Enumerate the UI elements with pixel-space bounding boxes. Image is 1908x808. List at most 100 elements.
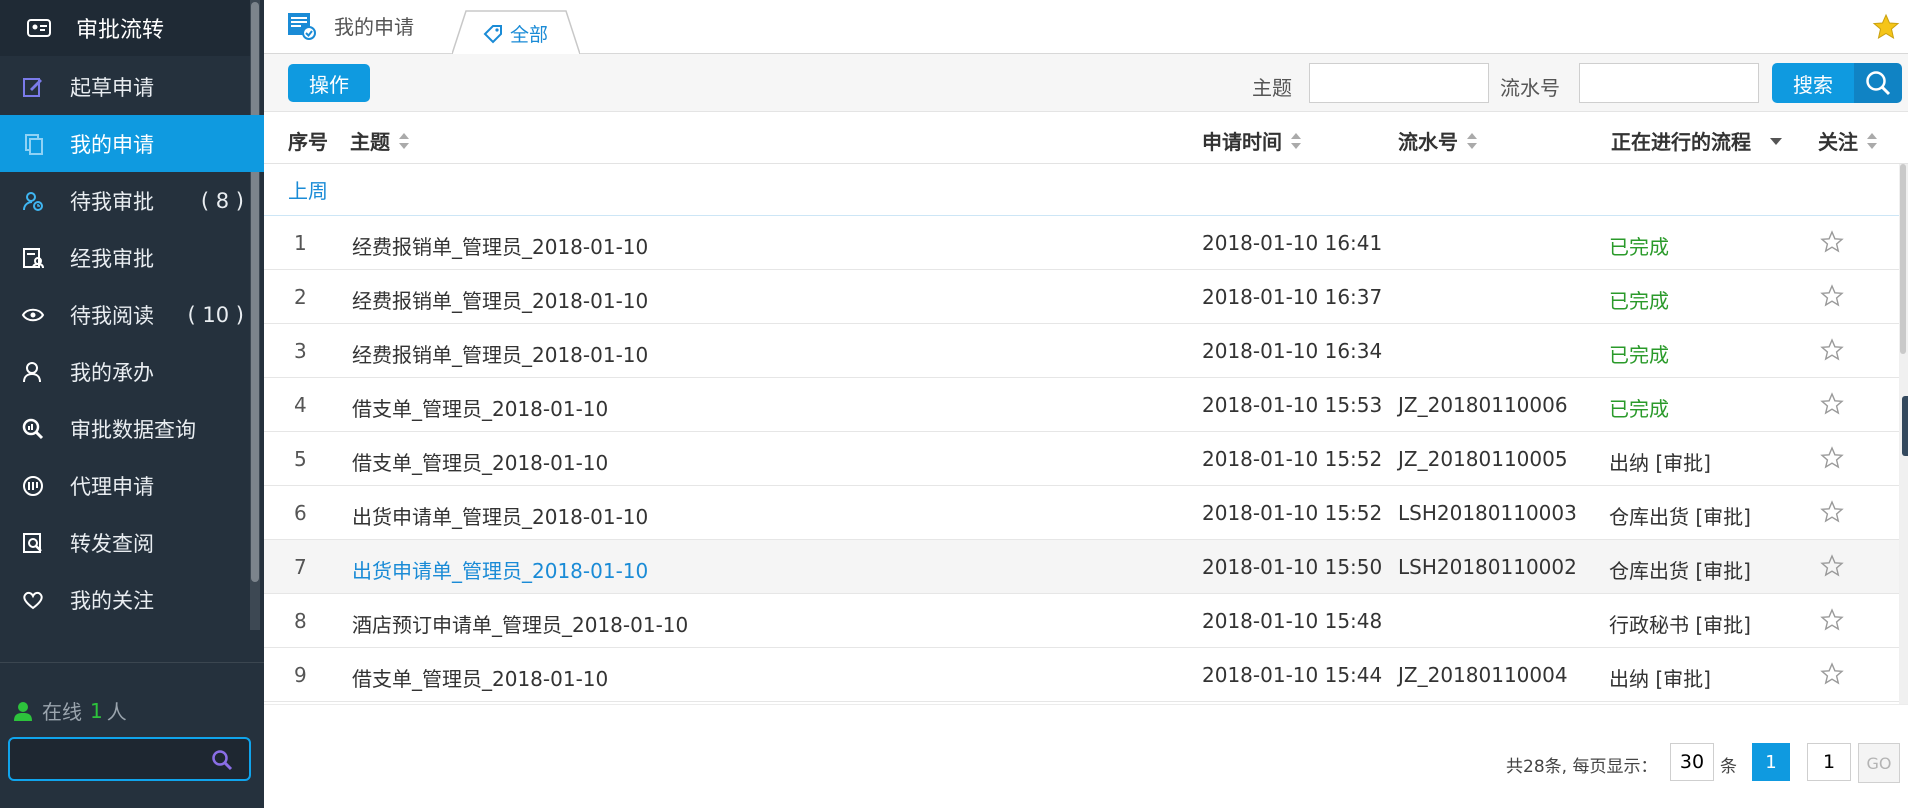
search-button[interactable]: 搜索 (1772, 63, 1854, 103)
sort-icon[interactable] (1866, 131, 1878, 151)
table-row[interactable]: 2 经费报销单_管理员_2018-01-10 2018-01-10 16:37 已完成 (264, 270, 1899, 324)
sidebar-item-my-follows[interactable]: 我的关注 (0, 571, 264, 628)
serial-input[interactable] (1579, 63, 1759, 103)
sort-icon[interactable] (1290, 131, 1302, 151)
cell-serial: JZ_20180110005 (1398, 447, 1568, 471)
table-row[interactable]: 6 出货申请单_管理员_2018-01-10 2018-01-10 15:52 LSH… (264, 486, 1899, 540)
table-row[interactable]: 4 借支单_管理员_2018-01-10 2018-01-10 15:53 JZ_20… (264, 378, 1899, 432)
side-drawer-handle[interactable] (1902, 396, 1908, 456)
favorite-star-icon[interactable] (1872, 13, 1900, 41)
table-row[interactable]: 8 酒店预订申请单_管理员_2018-01-10 2018-01-10 15:48 行… (264, 594, 1899, 648)
col-header-subject[interactable]: 主题 (350, 126, 410, 155)
col-header-follow[interactable]: 关注 (1818, 126, 1878, 155)
cell-subject[interactable]: 出货申请单_管理员_2018-01-10 (352, 501, 648, 530)
page-size-unit: 条 (1720, 757, 1737, 777)
goto-page-input[interactable] (1807, 743, 1851, 781)
operate-button[interactable]: 操作 (288, 64, 370, 102)
serial-label: 流水号 (1500, 76, 1560, 100)
sidebar-item-my-undertaking[interactable]: 我的承办 (0, 343, 264, 400)
tag-icon (483, 24, 502, 43)
follow-star-icon[interactable] (1820, 230, 1844, 254)
sidebar-item-data-query[interactable]: 审批数据查询 (0, 400, 264, 457)
table-row[interactable]: 5 借支单_管理员_2018-01-10 2018-01-10 15:52 JZ_20… (264, 432, 1899, 486)
cell-subject[interactable]: 经费报销单_管理员_2018-01-10 (352, 231, 648, 260)
table-row[interactable]: 3 经费报销单_管理员_2018-01-10 2018-01-10 16:34 已完成 (264, 324, 1899, 378)
group-header[interactable]: 上周 (264, 164, 1899, 216)
follow-star-icon[interactable] (1820, 500, 1844, 524)
sidebar-item-forward-review[interactable]: 转发查阅 (0, 514, 264, 571)
sidebar-item-proxy-apply[interactable]: 代理申请 (0, 457, 264, 514)
sort-icon[interactable] (1466, 131, 1478, 151)
table-row[interactable]: 9 借支单_管理员_2018-01-10 2018-01-10 15:44 JZ_20… (264, 648, 1899, 702)
follow-star-icon[interactable] (1820, 392, 1844, 416)
cell-subject[interactable]: 经费报销单_管理员_2018-01-10 (352, 339, 648, 368)
cell-subject[interactable]: 经费报销单_管理员_2018-01-10 (352, 285, 648, 314)
cell-flow: 已完成 (1609, 397, 1669, 421)
follow-star-icon[interactable] (1820, 662, 1844, 686)
cell-serial: LSH20180110003 (1398, 501, 1577, 525)
reading-count-badge: ( 10 ) (187, 302, 244, 327)
sidebar-item-pending-reading[interactable]: 待我阅读 ( 10 ) (0, 286, 264, 343)
sidebar-menu: 起草申请 我的申请 待我审批 ( 8 ) 经我审批 待我阅读 (10) 我的… (0, 58, 264, 628)
sidebar-item-draft[interactable]: 起草申请 (0, 58, 264, 115)
follow-star-icon[interactable] (1820, 608, 1844, 632)
sidebar-item-pending-approval[interactable]: 待我审批 ( 8 ) (0, 172, 264, 229)
sidebar: 审批流转 起草申请 我的申请 待我审批 ( 8 ) 经我审批 待我阅读 (10… (0, 0, 264, 808)
online-count: 1 (90, 698, 103, 723)
follow-star-icon[interactable] (1820, 446, 1844, 470)
col-header-label: 流水号 (1398, 130, 1458, 154)
tab-my-applications[interactable]: 我的申请 (286, 10, 414, 40)
cell-time: 2018-01-10 15:44 (1202, 663, 1383, 687)
col-header-serial[interactable]: 流水号 (1398, 126, 1478, 155)
group-label: 上周 (288, 179, 328, 203)
subject-input[interactable] (1309, 63, 1489, 103)
follow-star-icon[interactable] (1820, 284, 1844, 308)
sidebar-item-label: 审批数据查询 (70, 417, 196, 442)
sidebar-header[interactable]: 审批流转 (0, 0, 250, 56)
forward-search-icon (20, 530, 46, 556)
col-header-label: 序号 (288, 130, 328, 154)
cell-subject[interactable]: 酒店预订申请单_管理员_2018-01-10 (352, 609, 688, 638)
cell-index: 1 (294, 231, 307, 255)
cell-subject[interactable]: 出货申请单_管理员_2018-01-10 (352, 555, 648, 584)
table-row[interactable]: 1 经费报销单_管理员_2018-01-10 2018-01-10 16:41 已完成 (264, 216, 1899, 270)
proxy-icon (20, 473, 46, 499)
sidebar-item-label: 转发查阅 (70, 531, 154, 556)
cell-subject[interactable]: 借支单_管理员_2018-01-10 (352, 447, 608, 476)
search-icon-button[interactable] (1854, 63, 1902, 103)
id-card-icon (27, 19, 51, 37)
cell-subject[interactable]: 借支单_管理员_2018-01-10 (352, 663, 608, 692)
sort-icon[interactable] (398, 131, 410, 151)
col-header-time[interactable]: 申请时间 (1202, 126, 1302, 155)
cell-time: 2018-01-10 15:48 (1202, 609, 1383, 633)
cell-flow: 已完成 (1609, 343, 1669, 367)
copy-icon (20, 131, 46, 157)
sidebar-search-input[interactable] (18, 745, 198, 773)
cell-time: 2018-01-10 16:34 (1202, 339, 1383, 363)
sidebar-item-my-applications[interactable]: 我的申请 (0, 115, 264, 172)
table-row[interactable]: 7 出货申请单_管理员_2018-01-10 2018-01-10 15:50 LSH… (264, 540, 1899, 594)
cell-time: 2018-01-10 16:37 (1202, 285, 1383, 309)
follow-star-icon[interactable] (1820, 554, 1844, 578)
dropdown-caret-icon[interactable] (1769, 136, 1783, 146)
table-rows: 1 经费报销单_管理员_2018-01-10 2018-01-10 16:41 已完成… (264, 216, 1899, 702)
tab-all[interactable]: 全部 (452, 10, 580, 55)
col-header-label: 主题 (350, 130, 390, 154)
follow-star-icon[interactable] (1820, 338, 1844, 362)
user-clock-icon (20, 188, 46, 214)
cell-flow: 出纳 [审批] (1609, 667, 1711, 691)
sidebar-item-approved-by-me[interactable]: 经我审批 (0, 229, 264, 286)
sidebar-item-label: 待我阅读 (70, 303, 154, 328)
cell-subject[interactable]: 借支单_管理员_2018-01-10 (352, 393, 608, 422)
filter-toolbar: 操作 主题 流水号 搜索 (264, 54, 1908, 112)
search-icon[interactable] (211, 749, 233, 771)
page-size-input[interactable] (1670, 743, 1714, 781)
table-scroll-thumb[interactable] (1900, 164, 1906, 354)
user-icon (20, 359, 46, 385)
col-header-flow[interactable]: 正在进行的流程 (1611, 126, 1783, 155)
total-count-text: 共28条, 每页显示： (1506, 757, 1658, 777)
cell-serial: JZ_20180110006 (1398, 393, 1568, 417)
go-button[interactable]: GO (1858, 743, 1900, 783)
page-button-current[interactable]: 1 (1752, 743, 1790, 781)
cell-index: 8 (294, 609, 307, 633)
